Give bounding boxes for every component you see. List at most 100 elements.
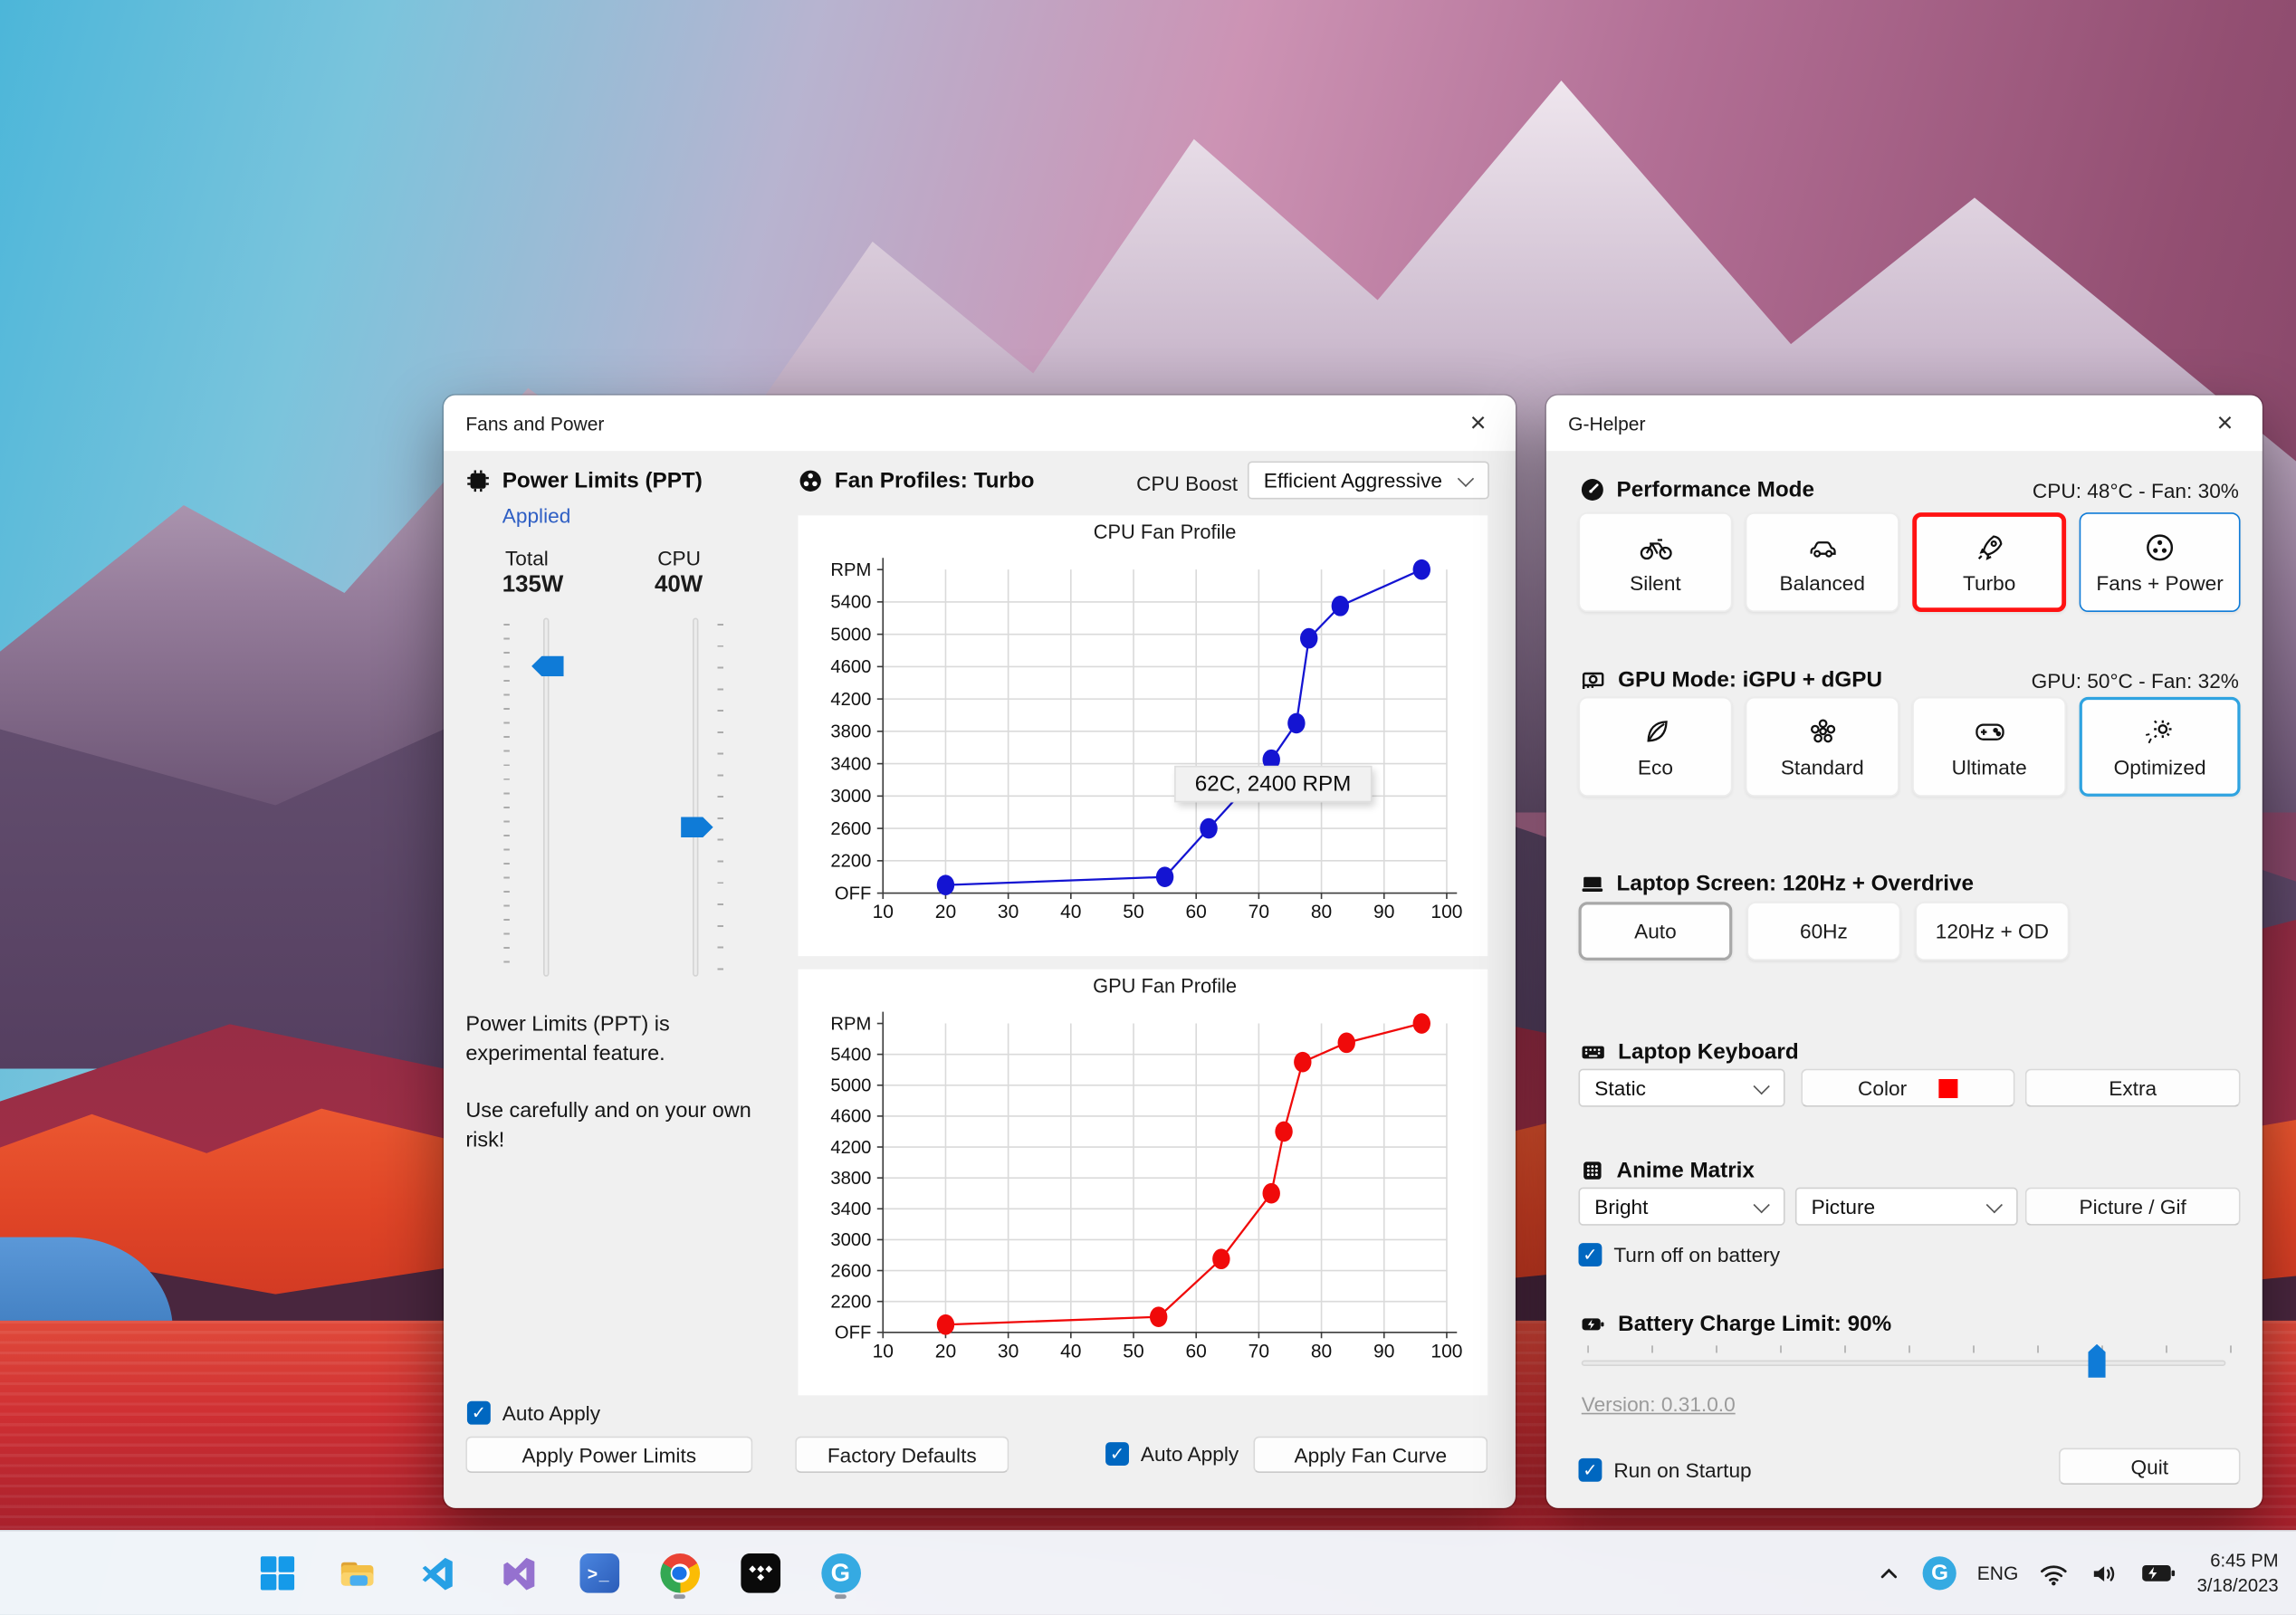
- svg-text:60: 60: [1185, 902, 1206, 922]
- gpu-mode-buttons: Eco Standard Ultimate Optimized: [1578, 696, 2241, 797]
- ghelper-tray-icon[interactable]: G: [1922, 1556, 1957, 1591]
- gpu-fan-chart[interactable]: GPU Fan Profile OFF 2200 2600 3000 3400 3800 42…: [798, 969, 1488, 1396]
- laptop-screen-header: Laptop Screen: 120Hz + Overdrive: [1580, 871, 1974, 896]
- screen-120hz-od-button[interactable]: 120Hz + OD: [1915, 902, 2070, 960]
- mode-silent-button[interactable]: Silent: [1578, 512, 1733, 613]
- auto-apply-power-checkbox[interactable]: ✓ Auto Apply: [466, 1400, 600, 1425]
- screen-auto-button[interactable]: Auto: [1578, 902, 1733, 960]
- fan-profiles-header: Fan Profiles: Turbo: [798, 469, 1035, 493]
- close-icon[interactable]: ×: [2209, 409, 2240, 437]
- svg-text:2600: 2600: [830, 1261, 871, 1281]
- svg-text:30: 30: [998, 902, 1019, 922]
- svg-text:10: 10: [873, 1341, 894, 1362]
- keyboard-extra-button[interactable]: Extra: [2024, 1068, 2241, 1107]
- ghelper-icon[interactable]: G: [813, 1545, 868, 1601]
- cpu-slider-track[interactable]: [693, 617, 699, 977]
- version-link[interactable]: Version: 0.31.0.0: [1582, 1392, 1736, 1416]
- matrix-brightness-select[interactable]: Bright: [1578, 1187, 1785, 1226]
- svg-text:3000: 3000: [830, 1230, 871, 1250]
- run-on-startup-checkbox[interactable]: ✓ Run on Startup: [1578, 1457, 1752, 1482]
- cpu-fan-curve[interactable]: CPU Fan Profile OFF 2200 2600 3000 3400 3800 42…: [798, 515, 1488, 956]
- svg-text:3400: 3400: [830, 754, 871, 774]
- fans-window-title: Fans and Power: [465, 412, 605, 435]
- svg-text:5000: 5000: [830, 1076, 871, 1096]
- ghelper-titlebar[interactable]: G-Helper ×: [1545, 395, 2263, 452]
- apply-fan-curve-button[interactable]: Apply Fan Curve: [1253, 1436, 1488, 1474]
- cpu-temp-status: CPU: 48°C - Fan: 30%: [2032, 478, 2239, 502]
- battery-slider-track[interactable]: [1581, 1360, 2226, 1366]
- checkbox-check-icon: ✓: [1578, 1457, 1602, 1482]
- svg-text:80: 80: [1311, 1341, 1332, 1362]
- keyboard-color-button[interactable]: Color: [1801, 1068, 2015, 1107]
- power-limits-note-1: Power Limits (PPT) is experimental featu…: [465, 1013, 670, 1066]
- cpu-boost-select[interactable]: Efficient Aggressive: [1247, 461, 1489, 500]
- svg-text:100: 100: [1430, 1341, 1462, 1362]
- gpu-standard-button[interactable]: Standard: [1745, 696, 1899, 797]
- svg-text:100: 100: [1430, 902, 1462, 922]
- svg-text:30: 30: [998, 1341, 1019, 1362]
- rocket-icon: [1977, 535, 2002, 560]
- gpu-card-icon: [1582, 672, 1604, 689]
- matrix-picture-gif-button[interactable]: Picture / Gif: [2024, 1187, 2241, 1226]
- battery-bolt-icon: [1582, 1318, 1604, 1331]
- fan-icon: [2147, 534, 2174, 561]
- svg-text:50: 50: [1123, 902, 1143, 922]
- bicycle-icon: [1639, 539, 1671, 560]
- cpu-slider-thumb[interactable]: [681, 817, 713, 838]
- svg-text:10: 10: [873, 902, 894, 922]
- svg-text:70: 70: [1248, 902, 1269, 922]
- screen-option-buttons: Auto 60Hz 120Hz + OD: [1578, 902, 2070, 960]
- clock[interactable]: 6:45 PM 3/18/2023: [2197, 1549, 2279, 1599]
- matrix-content-select[interactable]: Picture: [1794, 1187, 2018, 1226]
- chrome-icon[interactable]: [652, 1545, 707, 1601]
- total-slider-thumb[interactable]: [531, 655, 564, 677]
- power-sliders: [465, 617, 773, 977]
- auto-apply-fan-checkbox[interactable]: ✓ Auto Apply: [1105, 1442, 1239, 1466]
- mode-turbo-button[interactable]: Turbo: [1912, 512, 2067, 613]
- gpu-temp-status: GPU: 50°C - Fan: 32%: [2031, 669, 2239, 693]
- turn-off-on-battery-checkbox[interactable]: ✓ Turn off on battery: [1578, 1243, 1780, 1267]
- battery-limit-header: Battery Charge Limit: 90%: [1580, 1312, 1891, 1337]
- cpu-fan-chart[interactable]: CPU Fan Profile OFF 2200 2600 3000 3400 3800 42…: [798, 515, 1488, 957]
- svg-text:20: 20: [935, 902, 956, 922]
- mode-fans-power-button[interactable]: Fans + Power: [2079, 512, 2241, 613]
- chevron-up-icon[interactable]: [1876, 1560, 1902, 1586]
- screen-60hz-button[interactable]: 60Hz: [1746, 902, 1901, 960]
- svg-text:RPM: RPM: [830, 560, 871, 580]
- gpu-optimized-button[interactable]: Optimized: [2079, 696, 2241, 797]
- checkbox-check-icon: ✓: [1105, 1442, 1129, 1466]
- quit-button[interactable]: Quit: [2058, 1448, 2241, 1485]
- terminal-icon[interactable]: >_: [571, 1545, 627, 1601]
- visual-studio-icon[interactable]: [491, 1545, 546, 1601]
- gpu-ultimate-button[interactable]: Ultimate: [1912, 696, 2067, 797]
- svg-text:5000: 5000: [830, 625, 871, 645]
- battery-icon[interactable]: [2141, 1561, 2176, 1585]
- tidal-icon[interactable]: [732, 1545, 788, 1601]
- fans-window-titlebar[interactable]: Fans and Power ×: [444, 395, 1516, 452]
- start-icon[interactable]: [249, 1545, 304, 1601]
- apply-power-limits-button[interactable]: Apply Power Limits: [465, 1436, 753, 1474]
- wifi-icon[interactable]: [2039, 1560, 2070, 1586]
- fan-icon: [799, 470, 821, 492]
- svg-text:RPM: RPM: [830, 1014, 871, 1034]
- car-icon: [1809, 541, 1835, 558]
- gamepad-icon: [1975, 723, 2004, 741]
- svg-text:40: 40: [1060, 1341, 1081, 1362]
- volume-icon[interactable]: [2090, 1560, 2121, 1586]
- power-limits-status: Applied: [502, 503, 571, 528]
- svg-text:2600: 2600: [830, 819, 871, 839]
- total-value: 135W: [502, 572, 564, 597]
- file-explorer-icon[interactable]: [330, 1545, 385, 1601]
- language-indicator[interactable]: ENG: [1977, 1562, 2019, 1584]
- factory-defaults-button[interactable]: Factory Defaults: [795, 1436, 1009, 1474]
- gpu-eco-button[interactable]: Eco: [1578, 696, 1733, 797]
- taskbar-apps: >_ G: [249, 1532, 868, 1615]
- fan-curve-tooltip: 62C, 2400 RPM: [1174, 765, 1373, 803]
- power-limits-header: Power Limits (PPT): [465, 469, 703, 493]
- vscode-icon[interactable]: [410, 1545, 465, 1601]
- mode-balanced-button[interactable]: Balanced: [1745, 512, 1899, 613]
- keyboard-mode-select[interactable]: Static: [1578, 1068, 1785, 1107]
- svg-text:4200: 4200: [830, 1138, 871, 1158]
- close-icon[interactable]: ×: [1463, 409, 1494, 437]
- gpu-fan-curve[interactable]: GPU Fan Profile OFF 2200 2600 3000 3400 3800 42…: [798, 970, 1488, 1396]
